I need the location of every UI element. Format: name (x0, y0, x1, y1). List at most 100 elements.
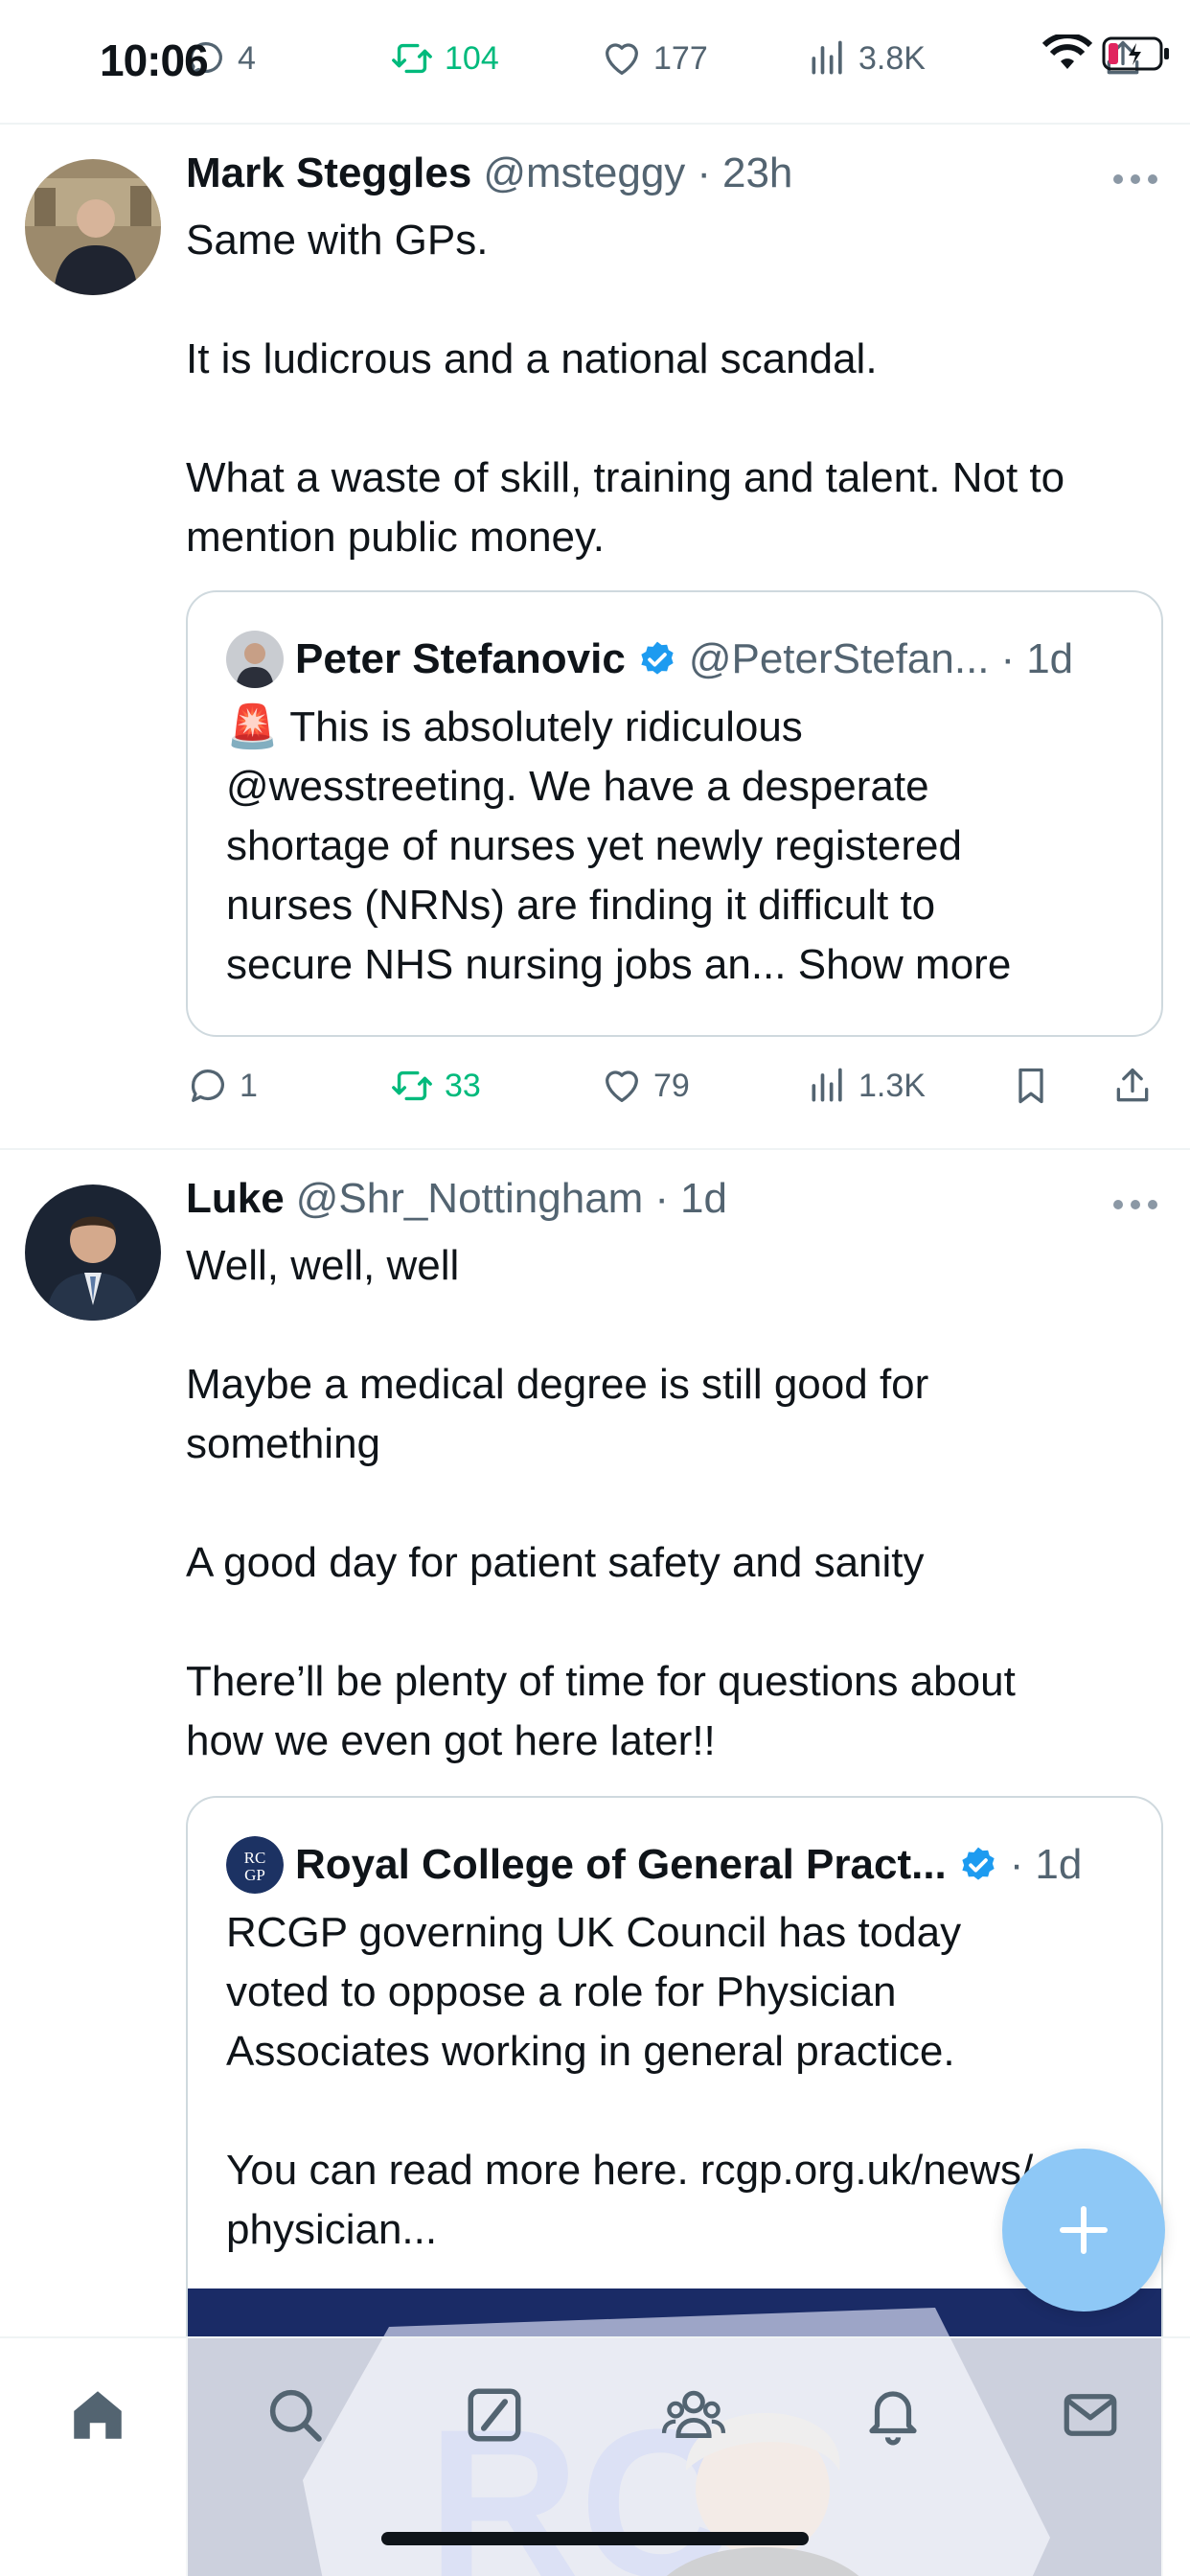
grok-icon (468, 2388, 521, 2442)
like-action[interactable]: 177 (600, 36, 708, 80)
repost-action[interactable]: 33 (389, 1064, 481, 1108)
repost-count: 33 (445, 1067, 481, 1104)
verified-badge-icon (641, 641, 674, 675)
quoted-text: 🚨 This is absolutely ridiculous @wesstre… (188, 688, 1161, 995)
repost-action[interactable]: 104 (389, 36, 499, 80)
author-name[interactable]: Mark Steggles (186, 150, 471, 197)
post-line-spacer (186, 1474, 1163, 1533)
tab-home[interactable] (59, 2377, 136, 2453)
post-header: Mark Steggles @msteggy · 23h (186, 150, 792, 197)
messages-icon (1064, 2394, 1117, 2436)
compose-button[interactable] (1002, 2149, 1165, 2312)
views-action[interactable]: 3.8K (807, 36, 926, 80)
views-icon (812, 1068, 842, 1102)
show-more-link[interactable]: Show more (798, 941, 1012, 988)
author-handle[interactable]: @msteggy (483, 150, 685, 197)
tab-communities[interactable] (655, 2377, 732, 2453)
post-line: Well, well, well (186, 1242, 460, 1289)
post-line-spacer (186, 1296, 1163, 1355)
reply-count: 4 (238, 39, 256, 77)
quoted-time: 1d (1026, 635, 1074, 682)
author-handle[interactable]: @Shr_Nottingham (296, 1175, 644, 1223)
quoted-line: physician... (226, 2206, 438, 2253)
quoted-header: RC GP Royal College of General Pract... ·… (188, 1798, 1161, 1894)
avatar-photo (25, 1184, 161, 1321)
post-line: how we even got here later!! (186, 1717, 716, 1764)
like-count: 79 (653, 1067, 690, 1104)
more-options-icon[interactable] (1113, 1200, 1157, 1209)
quoted-line: shortage of nurses yet newly registered (226, 822, 962, 869)
quoted-line: secure NHS nursing jobs an... (226, 941, 787, 988)
post-line-spacer (186, 1593, 1163, 1652)
views-icon (812, 40, 842, 75)
repost-icon (392, 1070, 432, 1101)
like-count: 177 (653, 39, 708, 77)
post-text: Well, well, well Maybe a medical degree … (186, 1236, 1163, 1771)
quoted-post[interactable]: Peter Stefanovic @PeterStefan... · 1d 🚨 … (186, 590, 1163, 1037)
plus-icon (1060, 2206, 1108, 2254)
post-line: something (186, 1420, 381, 1467)
divider (0, 123, 1190, 125)
svg-text:RC: RC (244, 1849, 266, 1867)
post-line: What a waste of skill, training and tale… (186, 454, 1065, 501)
heart-icon (606, 43, 638, 75)
post-line-spacer (186, 389, 1163, 448)
views-action[interactable]: 1.3K (807, 1064, 926, 1108)
quoted-line: RCGP governing UK Council has today (226, 1909, 962, 1956)
quoted-author-name: Royal College of General Pract... (295, 1841, 947, 1888)
quoted-line: Associates working in general practice. (226, 2028, 955, 2075)
tab-grok[interactable] (456, 2377, 533, 2453)
post-line: mention public money. (186, 514, 605, 561)
post-line: Maybe a medical degree is still good for (186, 1361, 929, 1408)
share-action[interactable] (1111, 1064, 1154, 1108)
quoted-line: nurses (NRNs) are finding it difficult t… (226, 882, 936, 929)
author-name[interactable]: Luke (186, 1175, 285, 1223)
repost-icon (392, 43, 432, 74)
home-indicator (381, 2532, 809, 2545)
rcgp-logo-icon: RC GP (226, 1836, 284, 1894)
quoted-line: You can read more here. rcgp.org.uk/news… (226, 2147, 1034, 2194)
bookmark-action[interactable] (1010, 1064, 1052, 1108)
separator-dot: · (1009, 1841, 1024, 1888)
like-action[interactable]: 79 (600, 1064, 690, 1108)
wifi-icon (1042, 34, 1092, 69)
svg-text:GP: GP (244, 1866, 265, 1884)
views-count: 3.8K (858, 39, 926, 77)
verified-badge-icon (962, 1847, 995, 1880)
post-time[interactable]: 23h (722, 150, 792, 197)
reply-action[interactable]: 1 (186, 1064, 258, 1108)
more-options-icon[interactable] (1113, 174, 1157, 184)
post-time[interactable]: 1d (680, 1175, 727, 1223)
avatar[interactable] (25, 1184, 161, 1321)
communities-icon (661, 2390, 726, 2438)
views-count: 1.3K (858, 1067, 926, 1104)
separator-dot: · (1000, 635, 1016, 682)
tab-messages[interactable] (1052, 2377, 1129, 2453)
quoted-line: @wesstreeting. We have a desperate (226, 763, 929, 810)
status-time: 10:06 (100, 35, 209, 85)
notifications-icon (869, 2391, 917, 2446)
post-line: It is ludicrous and a national scandal. (186, 335, 878, 382)
post-header: Luke @Shr_Nottingham · 1d (186, 1175, 727, 1223)
quoted-author-handle: @PeterStefan... (688, 635, 990, 682)
share-icon (1116, 1068, 1149, 1102)
quoted-line: This is absolutely ridiculous (289, 703, 803, 750)
home-icon (74, 2391, 122, 2439)
quoted-header: Peter Stefanovic @PeterStefan... · 1d (188, 592, 1161, 688)
avatar[interactable] (25, 159, 161, 295)
post-line: There’ll be plenty of time for questions… (186, 1658, 1016, 1705)
divider (0, 1148, 1190, 1150)
reply-count: 1 (240, 1067, 258, 1104)
tab-notifications[interactable] (855, 2377, 931, 2453)
quoted-author-name: Peter Stefanovic (295, 635, 626, 682)
post-text: Same with GPs. It is ludicrous and a nat… (186, 211, 1163, 567)
siren-emoji: 🚨 (226, 703, 279, 750)
quoted-line: voted to oppose a role for Physician (226, 1968, 897, 2015)
search-icon (269, 2389, 322, 2442)
tab-search[interactable] (257, 2377, 333, 2453)
quoted-time: 1d (1035, 1841, 1083, 1888)
quoted-avatar (226, 631, 284, 688)
repost-count: 104 (445, 39, 499, 77)
separator-dot: · (697, 150, 711, 196)
heart-icon (606, 1070, 638, 1102)
